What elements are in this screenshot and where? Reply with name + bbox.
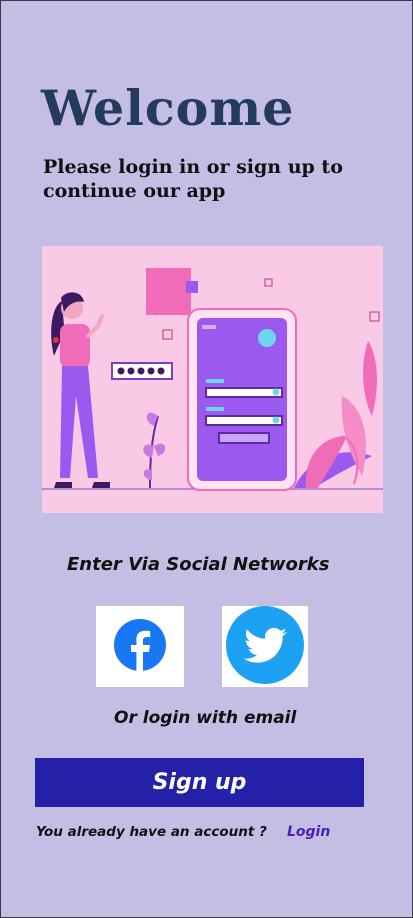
app-screen: Welcome Please login in or sign up to co… — [0, 0, 413, 918]
onboarding-illustration — [42, 246, 383, 513]
facebook-icon — [114, 618, 166, 675]
page-title: Welcome — [41, 79, 295, 137]
login-link[interactable]: Login — [287, 824, 330, 840]
twitter-icon — [224, 605, 306, 689]
facebook-login-button[interactable] — [96, 606, 184, 687]
social-networks-heading: Enter Via Social Networks — [67, 554, 330, 575]
page-subtitle: Please login in or sign up to continue o… — [43, 156, 343, 202]
sign-up-button[interactable]: Sign up — [35, 758, 364, 807]
email-login-label: Or login with email — [114, 708, 297, 728]
account-prompt: You already have an account ? — [36, 824, 267, 840]
twitter-login-button[interactable] — [222, 605, 308, 689]
